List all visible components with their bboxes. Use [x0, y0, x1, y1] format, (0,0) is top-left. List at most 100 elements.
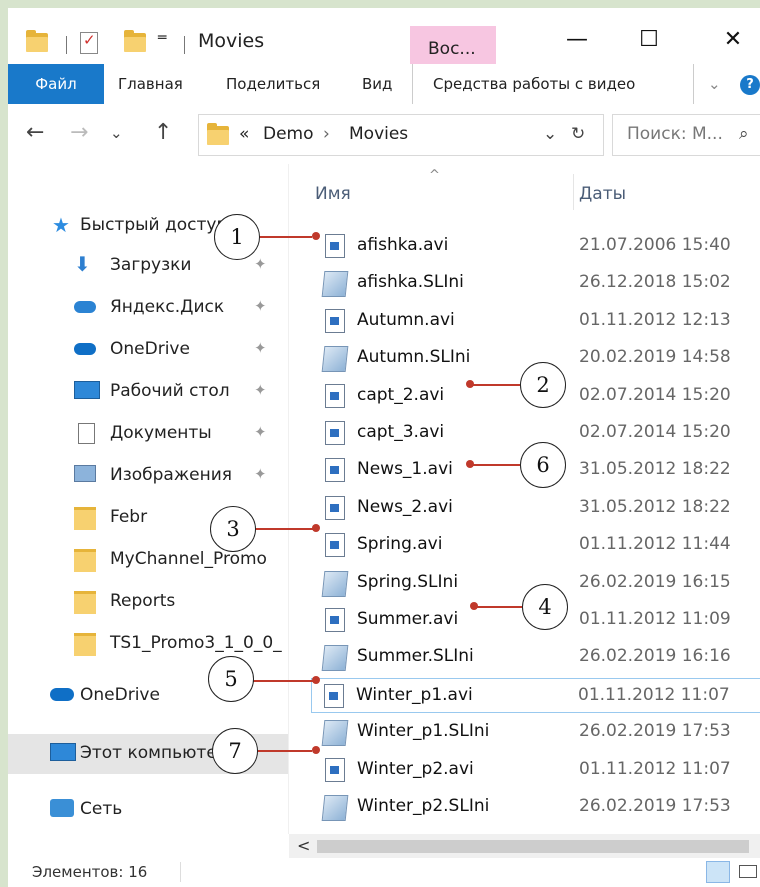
- file-list: ^ Имя Даты afishka.avi 21.07.2006 15:40 af…: [289, 164, 760, 834]
- address-bar[interactable]: « Demo › Movies ⌄ ↻: [198, 114, 604, 156]
- forward-icon[interactable]: →: [70, 120, 88, 145]
- sidebar-item-документы[interactable]: Документы ✦: [8, 414, 288, 454]
- tab-share[interactable]: Поделиться: [226, 64, 320, 104]
- computer-icon: [50, 743, 76, 761]
- window-title: Movies: [198, 30, 265, 52]
- callout-dot: [312, 746, 320, 754]
- navigation-bar: ← → ⌄ ↑ « Demo › Movies ⌄ ↻ Поиск: М... …: [8, 104, 760, 164]
- folder-icon[interactable]: [26, 30, 48, 52]
- close-button[interactable]: ✕: [708, 22, 758, 58]
- sidebar-item-onedrive[interactable]: OneDrive ✦: [8, 330, 288, 370]
- new-folder-icon[interactable]: [124, 30, 146, 52]
- pin-icon[interactable]: ✦: [254, 465, 267, 483]
- column-header-name[interactable]: Имя: [315, 184, 351, 204]
- sidebar-item-label: Reports: [110, 591, 176, 611]
- tab-home[interactable]: Главная: [118, 64, 183, 104]
- pin-icon[interactable]: ✦: [254, 423, 267, 441]
- sidebar-item-label: Загрузки: [110, 255, 192, 275]
- pin-icon[interactable]: ✦: [254, 381, 267, 399]
- tab-file[interactable]: Файл: [8, 64, 104, 104]
- callout-leader-line: [258, 236, 312, 238]
- sidebar-item-яндекс-диск[interactable]: Яндекс.Диск ✦: [8, 288, 288, 328]
- column-header-date[interactable]: Даты: [579, 184, 626, 204]
- recent-locations-icon[interactable]: ⌄: [110, 124, 123, 142]
- callout-leader-line: [254, 528, 314, 530]
- breadcrumb-demo[interactable]: Demo: [263, 124, 314, 144]
- back-icon[interactable]: ←: [26, 120, 44, 145]
- breadcrumb-overflow[interactable]: «: [239, 124, 249, 144]
- details-view-icon[interactable]: [706, 861, 730, 883]
- file-row[interactable]: Autumn.avi 01.11.2012 12:13: [313, 304, 760, 339]
- pin-icon[interactable]: ✦: [254, 297, 267, 315]
- ribbon-tabs: Файл Главная Поделиться Вид Средства раб…: [8, 64, 760, 105]
- minimize-button[interactable]: —: [552, 22, 602, 58]
- sidebar-item-рабочий-стол[interactable]: Рабочий стол ✦: [8, 372, 288, 412]
- video-file-icon: [325, 421, 345, 445]
- file-date: 01.11.2012 11:44: [579, 534, 731, 555]
- video-file-icon: [324, 683, 344, 708]
- explorer-window: ✓ ═ Movies Вос... — ☐ ✕ Файл Главная Под…: [8, 8, 760, 887]
- address-dropdown-icon[interactable]: ⌄: [543, 124, 557, 144]
- refresh-icon[interactable]: ↻: [571, 124, 585, 144]
- callout-dot: [312, 232, 320, 240]
- sidebar-item-изображения[interactable]: Изображения ✦: [8, 456, 288, 496]
- qat-dropdown-icon[interactable]: ═: [158, 30, 166, 46]
- callout-number: 7: [212, 728, 258, 774]
- file-name: Spring.SLIni: [357, 571, 459, 592]
- maximize-button[interactable]: ☐: [624, 22, 674, 58]
- file-name: capt_2.avi: [357, 384, 445, 405]
- video-file-icon: [325, 495, 345, 520]
- properties-icon[interactable]: ✓: [80, 31, 98, 54]
- file-name: afishka.SLIni: [357, 272, 464, 293]
- file-row[interactable]: Winter_p2.avi 01.11.2012 11:07: [313, 753, 760, 788]
- scroll-left-icon[interactable]: <: [297, 836, 310, 855]
- up-icon[interactable]: ↑: [154, 120, 172, 145]
- item-count: Элементов: 16: [32, 863, 148, 881]
- file-date: 02.07.2014 15:20: [579, 422, 731, 442]
- ribbon-expand-icon[interactable]: ⌄: [708, 64, 721, 104]
- breadcrumb-movies[interactable]: Movies: [349, 124, 408, 144]
- folder-icon: [74, 507, 96, 530]
- file-row[interactable]: Summer.SLIni 26.02.2019 16:16: [313, 640, 760, 675]
- callout-dot: [312, 524, 320, 532]
- large-icons-view-icon[interactable]: [736, 861, 758, 881]
- file-row[interactable]: Winter_p2.SLIni 26.02.2019 17:53: [313, 790, 760, 825]
- file-name: afishka.avi: [357, 235, 449, 255]
- config-file-icon: [321, 570, 349, 597]
- file-row[interactable]: afishka.avi 21.07.2006 15:40: [313, 229, 760, 264]
- pin-icon[interactable]: ✦: [254, 255, 267, 273]
- scrollbar-thumb[interactable]: [317, 840, 749, 853]
- file-row[interactable]: News_2.avi 31.05.2012 18:22: [313, 491, 760, 526]
- file-row[interactable]: Winter_p1.avi 01.11.2012 11:07: [311, 677, 760, 713]
- file-date: 31.05.2012 18:22: [579, 496, 731, 517]
- tab-view[interactable]: Вид: [362, 64, 392, 104]
- folder-icon: [74, 591, 96, 614]
- help-icon[interactable]: ?: [740, 75, 760, 95]
- sidebar-item-reports[interactable]: Reports: [8, 582, 288, 622]
- sidebar-item-label: Яндекс.Диск: [110, 297, 225, 317]
- sidebar-item-network[interactable]: Сеть: [8, 790, 288, 830]
- config-file-icon: [321, 645, 349, 672]
- video-file-icon: [325, 308, 345, 333]
- sidebar-item-label: Febr: [110, 507, 148, 527]
- callout-dot: [466, 380, 474, 388]
- sidebar-item-label: TS1_Promo3_1_0_0_: [110, 633, 282, 653]
- file-date: 01.11.2012 11:07: [578, 684, 730, 705]
- file-row[interactable]: afishka.SLIni 26.12.2018 15:02: [313, 266, 760, 301]
- sort-ascending-icon: ^: [429, 168, 440, 183]
- file-row[interactable]: Winter_p1.SLIni 26.02.2019 17:53: [313, 715, 760, 750]
- callout-leader-line: [474, 606, 522, 608]
- pin-icon[interactable]: ✦: [254, 339, 267, 357]
- config-file-icon: [321, 271, 349, 298]
- file-name: News_2.avi: [357, 496, 453, 517]
- file-row[interactable]: Spring.avi 01.11.2012 11:44: [313, 528, 760, 563]
- file-name: capt_3.avi: [357, 422, 445, 442]
- desktop-icon: [74, 381, 100, 399]
- callout-dot: [466, 460, 474, 468]
- callout-number: 5: [208, 656, 254, 702]
- callout-leader-line: [256, 750, 312, 752]
- tab-video-tools[interactable]: Средства работы с видео: [412, 64, 694, 104]
- sidebar-item-ts1-promo3-1-0-0-[interactable]: TS1_Promo3_1_0_0_: [8, 624, 288, 664]
- horizontal-scrollbar[interactable]: <: [289, 834, 760, 858]
- search-input[interactable]: Поиск: М... ⌕: [612, 114, 760, 156]
